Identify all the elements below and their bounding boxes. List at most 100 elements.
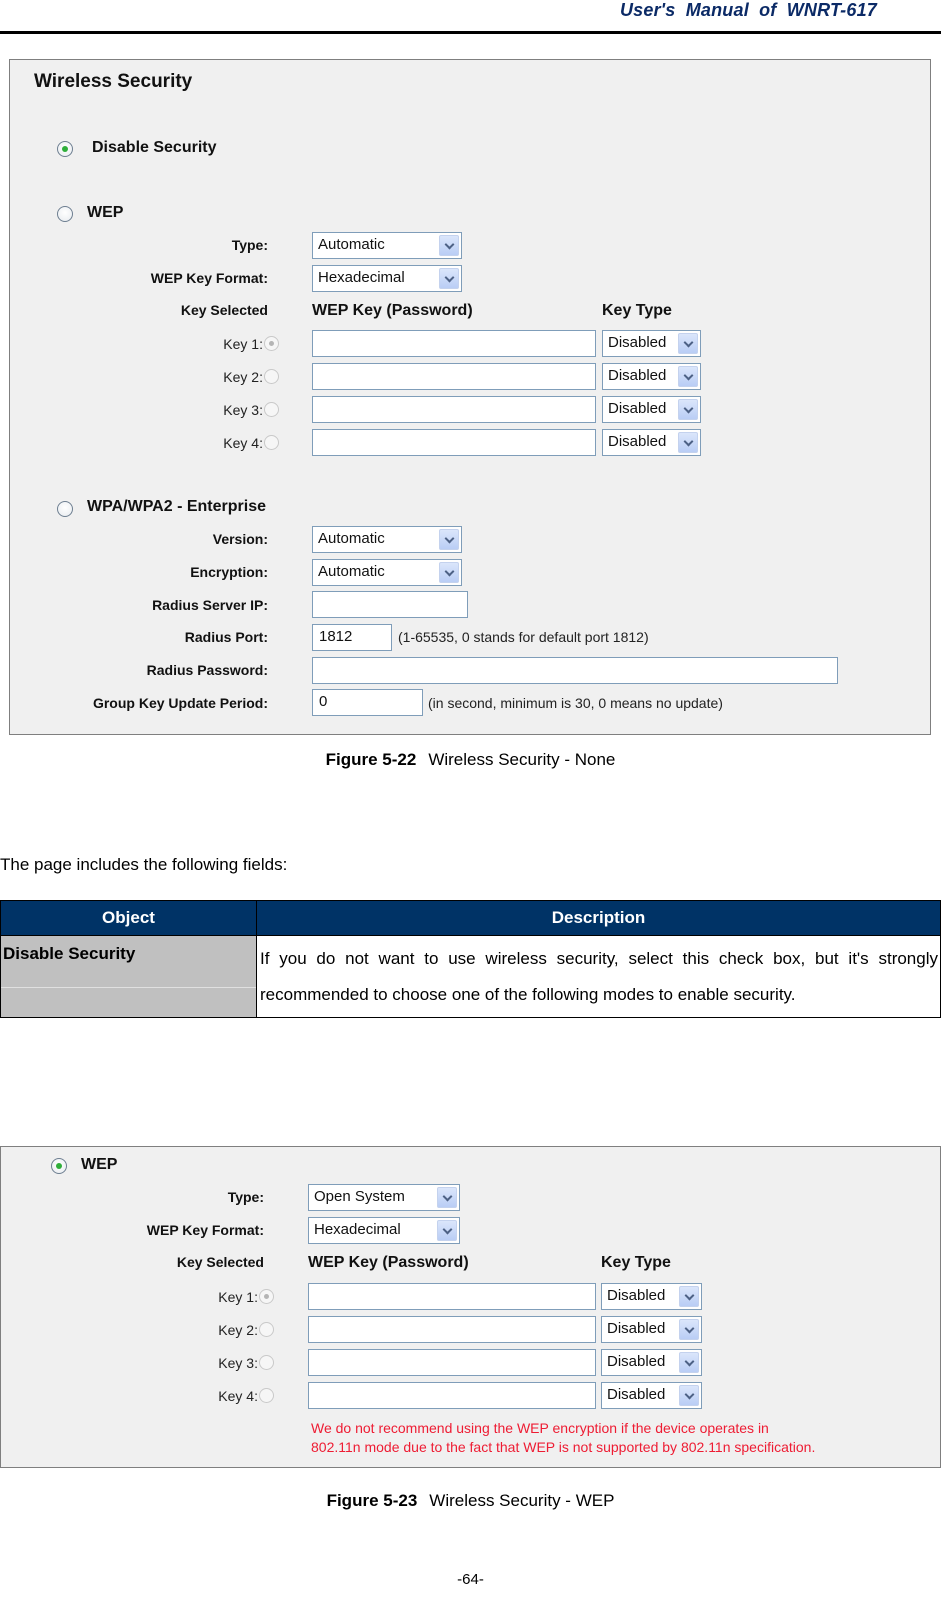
key-2-radio[interactable] bbox=[259, 1322, 274, 1337]
wpa-enterprise-radio[interactable] bbox=[57, 501, 73, 517]
radius-server-ip-input[interactable] bbox=[312, 591, 468, 618]
key-1-radio[interactable] bbox=[264, 336, 279, 351]
key-2-type-value: Disabled bbox=[608, 367, 667, 384]
wep-key-format-select[interactable]: Hexadecimal bbox=[312, 265, 462, 292]
key-2-input[interactable] bbox=[308, 1316, 596, 1343]
chevron-down-icon bbox=[678, 432, 698, 453]
column-header-object: Object bbox=[0, 900, 257, 936]
key-3-type-select[interactable]: Disabled bbox=[602, 396, 701, 423]
version-value: Automatic bbox=[318, 530, 385, 547]
key-2-type-value: Disabled bbox=[607, 1320, 666, 1337]
chevron-down-icon bbox=[439, 268, 459, 289]
key-3-type-select[interactable]: Disabled bbox=[601, 1349, 702, 1376]
key-4-radio[interactable] bbox=[259, 1388, 274, 1403]
key-1-radio[interactable] bbox=[259, 1289, 274, 1304]
key-4-type-select[interactable]: Disabled bbox=[602, 429, 701, 456]
radius-password-input[interactable] bbox=[312, 657, 838, 684]
chevron-down-icon bbox=[679, 1385, 699, 1406]
chevron-down-icon bbox=[679, 1286, 699, 1307]
key-selected-column-header: Key Selected bbox=[180, 302, 268, 318]
figure-5-23-caption: Figure 5-23 Wireless Security - WEP bbox=[0, 1491, 941, 1511]
wep-key-column-header: WEP Key (Password) bbox=[308, 1254, 469, 1271]
key-3-label: Key 3: bbox=[218, 1355, 258, 1371]
key-4-label: Key 4: bbox=[223, 435, 263, 451]
column-header-description: Description bbox=[256, 900, 941, 936]
wep-warning-line-2: 802.11n mode due to the fact that WEP is… bbox=[311, 1439, 816, 1455]
key-4-type-select[interactable]: Disabled bbox=[601, 1382, 702, 1409]
wireless-security-wep-panel: WEP Type: Open System WEP Key Format: He… bbox=[0, 1146, 941, 1468]
figure-number: Figure 5-22 bbox=[325, 750, 417, 769]
chevron-down-icon bbox=[679, 1352, 699, 1373]
key-3-input[interactable] bbox=[308, 1349, 596, 1376]
object-name: Disable Security bbox=[3, 944, 136, 963]
key-1-type-select[interactable]: Disabled bbox=[601, 1283, 702, 1310]
table-row: Disable Security If you do not want to u… bbox=[0, 935, 941, 1018]
key-2-type-select[interactable]: Disabled bbox=[601, 1316, 702, 1343]
wep-type-select[interactable]: Open System bbox=[308, 1184, 460, 1211]
encryption-select[interactable]: Automatic bbox=[312, 559, 462, 586]
wep-key-format-label: WEP Key Format: bbox=[150, 270, 268, 286]
key-1-input[interactable] bbox=[312, 330, 596, 357]
wep-label: WEP bbox=[87, 204, 124, 221]
key-1-type-select[interactable]: Disabled bbox=[602, 330, 701, 357]
fields-table: Object Description Disable Security If y… bbox=[0, 900, 941, 1018]
key-3-input[interactable] bbox=[312, 396, 596, 423]
chevron-down-icon bbox=[437, 1220, 457, 1241]
chevron-down-icon bbox=[439, 529, 459, 550]
figure-5-22-caption: Figure 5-22 Wireless Security - None bbox=[0, 750, 941, 770]
key-4-input[interactable] bbox=[312, 429, 596, 456]
radius-port-input[interactable]: 1812 bbox=[312, 624, 392, 651]
wep-key-format-select[interactable]: Hexadecimal bbox=[308, 1217, 460, 1244]
radius-port-label: Radius Port: bbox=[184, 629, 268, 645]
key-1-input[interactable] bbox=[308, 1283, 596, 1310]
key-2-type-select[interactable]: Disabled bbox=[602, 363, 701, 390]
version-select[interactable]: Automatic bbox=[312, 526, 462, 553]
version-label: Version: bbox=[212, 531, 268, 547]
wep-key-format-label: WEP Key Format: bbox=[146, 1222, 264, 1238]
key-4-radio[interactable] bbox=[264, 435, 279, 450]
wep-type-value: Automatic bbox=[318, 236, 385, 253]
disable-security-radio[interactable] bbox=[57, 141, 73, 157]
cell-divider bbox=[1, 987, 256, 988]
key-3-type-value: Disabled bbox=[608, 400, 667, 417]
chevron-down-icon bbox=[678, 399, 698, 420]
wep-type-select[interactable]: Automatic bbox=[312, 232, 462, 259]
manual-header: User's Manual of WNRT-617 bbox=[0, 0, 941, 34]
wep-type-label: Type: bbox=[227, 1189, 264, 1205]
object-cell: Disable Security bbox=[0, 935, 257, 1018]
chevron-down-icon bbox=[678, 333, 698, 354]
figure-number: Figure 5-23 bbox=[326, 1491, 418, 1510]
radius-server-ip-label: Radius Server IP: bbox=[152, 597, 268, 613]
key-2-label: Key 2: bbox=[223, 369, 263, 385]
key-2-radio[interactable] bbox=[264, 369, 279, 384]
key-3-radio[interactable] bbox=[264, 402, 279, 417]
key-2-input[interactable] bbox=[312, 363, 596, 390]
encryption-label: Encryption: bbox=[190, 564, 268, 580]
key-3-type-value: Disabled bbox=[607, 1353, 666, 1370]
group-key-update-period-hint: (in second, minimum is 30, 0 means no up… bbox=[428, 695, 723, 711]
key-3-label: Key 3: bbox=[223, 402, 263, 418]
encryption-value: Automatic bbox=[318, 563, 385, 580]
page-number: -64- bbox=[457, 1571, 484, 1588]
page-heading: Wireless Security bbox=[34, 71, 193, 92]
key-4-type-value: Disabled bbox=[608, 433, 667, 450]
disable-security-label: Disable Security bbox=[92, 139, 217, 156]
key-2-label: Key 2: bbox=[218, 1322, 258, 1338]
key-4-label: Key 4: bbox=[218, 1388, 258, 1404]
wep-key-column-header: WEP Key (Password) bbox=[312, 302, 473, 319]
chevron-down-icon bbox=[439, 562, 459, 583]
wep-radio-selected[interactable] bbox=[51, 1158, 67, 1174]
description-cell: If you do not want to use wireless secur… bbox=[256, 935, 941, 1018]
table-header-row: Object Description bbox=[0, 900, 941, 936]
wpa-enterprise-label: WPA/WPA2 - Enterprise bbox=[87, 498, 266, 515]
figure-title: Wireless Security - None bbox=[428, 750, 616, 769]
key-4-type-value: Disabled bbox=[607, 1386, 666, 1403]
key-4-input[interactable] bbox=[308, 1382, 596, 1409]
group-key-update-period-input[interactable]: 0 bbox=[312, 689, 423, 716]
wep-radio[interactable] bbox=[57, 206, 73, 222]
key-1-type-value: Disabled bbox=[607, 1287, 666, 1304]
wep-type-value: Open System bbox=[314, 1188, 405, 1205]
wep-key-format-value: Hexadecimal bbox=[318, 269, 405, 286]
radius-port-hint: (1-65535, 0 stands for default port 1812… bbox=[398, 629, 649, 645]
key-3-radio[interactable] bbox=[259, 1355, 274, 1370]
